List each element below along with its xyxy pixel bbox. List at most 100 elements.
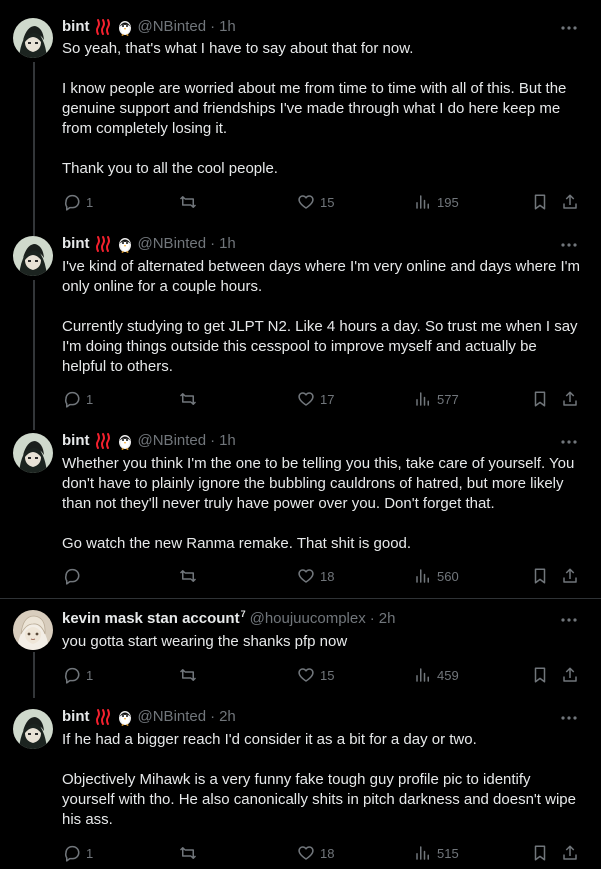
share-button[interactable] — [561, 192, 579, 212]
hot-springs-icon — [94, 708, 112, 726]
like-button[interactable]: 18 — [297, 566, 334, 586]
display-name[interactable]: bint — [62, 17, 90, 37]
bookmark-button[interactable] — [531, 389, 549, 409]
tweet-paragraph: Go watch the new Ranma remake. That shit… — [62, 535, 412, 552]
analytics-icon — [416, 392, 429, 406]
share-button[interactable] — [561, 843, 579, 863]
tweet[interactable]: bint @NBinted · 1h I've kind of alternat… — [0, 234, 601, 430]
like-button[interactable]: 15 — [297, 192, 334, 212]
tweet-header: bint @NBinted · 1h — [62, 17, 581, 37]
view-count: 459 — [437, 667, 459, 683]
reply-count: 1 — [86, 194, 94, 210]
share-button[interactable] — [561, 665, 579, 685]
heart-icon — [298, 569, 314, 583]
separator-dot: · — [210, 235, 216, 252]
penguin-icon — [116, 18, 134, 36]
avatar[interactable] — [13, 433, 53, 473]
reply-button[interactable]: 1 — [63, 843, 93, 863]
penguin-icon — [116, 432, 134, 450]
user-handle[interactable]: @NBinted — [138, 431, 207, 451]
tweet[interactable]: kevin mask stan account 7 @houjuucomplex … — [0, 599, 601, 698]
bookmark-icon — [534, 194, 546, 210]
analytics-icon — [416, 569, 429, 583]
tweet-paragraph: Currently studying to get JLPT N2. Like … — [62, 318, 578, 375]
tweet-text: So yeah, that's what I have to say about… — [62, 39, 582, 179]
bookmark-button[interactable] — [531, 843, 549, 863]
more-options-icon[interactable] — [559, 18, 579, 38]
user-handle[interactable]: @houjuucomplex — [250, 609, 366, 629]
separator-dot: · — [210, 18, 216, 35]
tweet[interactable]: bint @NBinted · 2h If he had a bigger re… — [0, 698, 601, 869]
tweet-paragraph: Whether you think I'm the one to be tell… — [62, 455, 575, 512]
repost-button[interactable] — [178, 389, 203, 409]
views-button[interactable]: 459 — [414, 665, 459, 685]
display-name[interactable]: bint — [62, 431, 90, 451]
reply-count: 1 — [86, 391, 94, 407]
action-bar: 1 18 515 — [0, 843, 601, 863]
timestamp[interactable]: 2h — [219, 707, 236, 727]
reply-button[interactable] — [63, 566, 86, 586]
tweet-header: kevin mask stan account 7 @houjuucomplex … — [62, 609, 581, 629]
reply-button[interactable]: 1 — [63, 665, 93, 685]
analytics-icon — [416, 195, 429, 209]
display-name[interactable]: kevin mask stan account — [62, 609, 240, 629]
views-button[interactable]: 515 — [414, 843, 459, 863]
tweet-paragraph: I know people are worried about me from … — [62, 80, 567, 137]
repost-button[interactable] — [178, 665, 203, 685]
views-button[interactable]: 560 — [414, 566, 459, 586]
repost-button[interactable] — [178, 192, 203, 212]
timestamp[interactable]: 1h — [219, 431, 236, 451]
bookmark-icon — [534, 845, 546, 861]
timestamp[interactable]: 1h — [219, 234, 236, 254]
avatar[interactable] — [13, 18, 53, 58]
share-button[interactable] — [561, 389, 579, 409]
tweet-header: bint @NBinted · 2h — [62, 707, 581, 727]
reply-button[interactable]: 1 — [63, 389, 93, 409]
name-badge: 7 — [240, 609, 246, 619]
reply-count: 1 — [86, 845, 94, 861]
separator-dot: · — [210, 708, 216, 725]
tweet[interactable]: bint @NBinted · 1h So yeah, that's what … — [0, 0, 601, 236]
views-button[interactable]: 577 — [414, 389, 459, 409]
bookmark-button[interactable] — [531, 566, 549, 586]
repost-button[interactable] — [178, 843, 203, 863]
like-button[interactable]: 17 — [297, 389, 334, 409]
heart-icon — [298, 392, 314, 406]
timestamp[interactable]: 1h — [219, 17, 236, 37]
tweet-text: If he had a bigger reach I'd consider it… — [62, 730, 582, 830]
avatar[interactable] — [13, 709, 53, 749]
like-button[interactable]: 18 — [297, 843, 334, 863]
user-handle[interactable]: @NBinted — [138, 234, 207, 254]
bookmark-button[interactable] — [531, 192, 549, 212]
reply-count: 1 — [86, 667, 94, 683]
avatar[interactable] — [13, 236, 53, 276]
display-name[interactable]: bint — [62, 707, 90, 727]
more-options-icon[interactable] — [559, 432, 579, 452]
user-handle[interactable]: @NBinted — [138, 17, 207, 37]
user-handle[interactable]: @NBinted — [138, 707, 207, 727]
more-options-icon[interactable] — [559, 610, 579, 630]
tweet-paragraph: I've kind of alternated between days whe… — [62, 258, 581, 295]
repost-button[interactable] — [178, 566, 203, 586]
tweet-paragraph: So yeah, that's what I have to say about… — [62, 40, 414, 57]
hot-springs-icon — [94, 235, 112, 253]
avatar[interactable] — [13, 610, 53, 650]
separator-dot: · — [369, 610, 375, 627]
tweet-paragraph: Objectively Mihawk is a very funny fake … — [62, 771, 576, 828]
tweet[interactable]: bint @NBinted · 1h Whether you think I'm… — [0, 430, 601, 598]
reply-icon — [65, 667, 80, 684]
like-count: 18 — [320, 845, 335, 861]
more-options-icon[interactable] — [559, 235, 579, 255]
like-button[interactable]: 15 — [297, 665, 334, 685]
display-name[interactable]: bint — [62, 234, 90, 254]
reply-icon — [65, 194, 80, 211]
reply-button[interactable]: 1 — [63, 192, 93, 212]
share-button[interactable] — [561, 566, 579, 586]
reply-icon — [65, 845, 80, 862]
bookmark-button[interactable] — [531, 665, 549, 685]
more-options-icon[interactable] — [559, 708, 579, 728]
timestamp[interactable]: 2h — [379, 609, 396, 629]
views-button[interactable]: 195 — [414, 192, 459, 212]
like-count: 18 — [320, 568, 335, 584]
repost-icon — [179, 570, 197, 582]
